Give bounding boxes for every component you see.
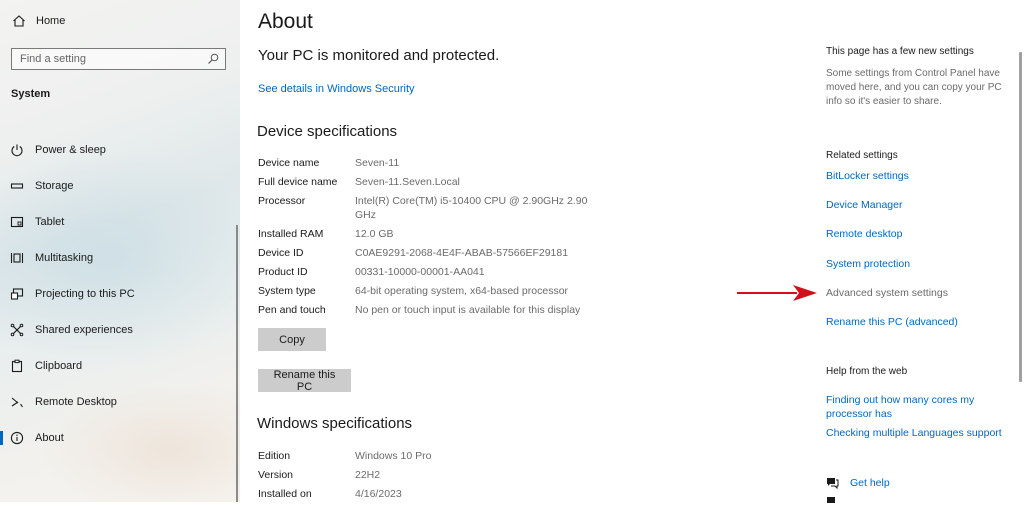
device-manager-link[interactable]: Device Manager [826,199,902,211]
sidebar-item-label: About [35,432,64,444]
spec-value: 00331-10000-00001-AA041 [355,266,485,278]
multitasking-icon [10,253,24,263]
spec-row: Device name Seven-11 [258,156,608,170]
feedback-icon[interactable] [826,497,836,503]
search-box[interactable] [11,48,226,70]
tablet-icon [10,216,24,228]
spec-row: Pen and touch No pen or touch input is av… [258,303,608,317]
advanced-system-settings-link[interactable]: Advanced system settings [826,287,948,299]
main-content: About Your PC is monitored and protected… [240,0,808,502]
bitlocker-settings-link[interactable]: BitLocker settings [826,170,909,182]
sidebar-item-label: Remote Desktop [35,396,117,408]
spec-label: Pen and touch [258,304,326,316]
annotation-arrow-icon [737,285,817,301]
shared-experiences-icon [10,323,24,337]
home-icon [13,15,25,27]
remote-desktop-link[interactable]: Remote desktop [826,228,902,240]
spec-label: Installed on [258,488,312,500]
device-specifications-list: Device name Seven-11 Full device name Seve… [258,156,608,322]
spec-row: Installed on 4/16/2023 [258,487,608,501]
related-settings-heading: Related settings [826,150,898,161]
spec-value: 64-bit operating system, x64-based proce… [355,285,569,297]
rename-pc-button[interactable]: Rename this PC [258,369,351,393]
get-help-link[interactable]: Get help [826,476,890,489]
spec-value: Windows 10 Pro [355,450,432,462]
spec-value: 12.0 GB [355,228,394,240]
sidebar-scrollbar[interactable] [236,225,238,502]
spec-label: System type [258,285,316,297]
spec-label: Version [258,469,294,481]
sidebar-item-shared-experiences[interactable]: Shared experiences [0,312,240,348]
info-icon [10,431,24,445]
sidebar-item-label: Storage [35,180,74,192]
search-input[interactable] [12,52,207,66]
spec-label: Edition [258,450,291,462]
sidebar-item-label: Clipboard [35,360,83,372]
windows-security-link[interactable]: See details in Windows Security [258,83,415,95]
spec-value: Intel(R) Core(TM) i5-10400 CPU @ 2.90GHz… [355,195,588,221]
spec-row: Version 22H2 [258,468,608,482]
spec-row: Product ID 00331-10000-00001-AA041 [258,265,608,279]
sidebar-item-about[interactable]: About [0,420,240,456]
get-help-label: Get help [850,476,890,489]
help-link-languages[interactable]: Checking multiple Languages support [826,427,1002,439]
device-specifications-heading: Device specifications [257,123,398,140]
system-protection-link[interactable]: System protection [826,258,910,270]
sidebar-item-label: Multitasking [35,252,94,264]
spec-label: Installed RAM [258,228,324,240]
sidebar-item-clipboard[interactable]: Clipboard [0,348,240,384]
spec-value: 22H2 [355,469,381,481]
help-from-web-heading: Help from the web [826,366,908,377]
sidebar-item-label: Tablet [35,216,65,228]
home-nav-item[interactable]: Home [12,14,65,28]
spec-row: Installed RAM 12.0 GB [258,227,608,241]
spec-label: Device name [258,157,320,169]
spec-value: C0AE9291-2068-4E4F-ABAB-57566EF29181 [355,247,569,259]
spec-value: 4/16/2023 [355,488,402,500]
spec-label: Full device name [258,176,338,188]
power-icon [11,144,23,157]
clipboard-icon [11,359,23,373]
storage-icon [10,183,24,189]
sidebar-item-label: Power & sleep [35,144,106,156]
windows-specifications-heading: Windows specifications [257,415,413,432]
help-link-cores[interactable]: Finding out how many cores my processor … [826,393,1006,421]
spec-row: Processor Intel(R) Core(TM) i5-10400 CPU … [258,194,608,222]
sidebar-item-storage[interactable]: Storage [0,168,240,204]
protection-status-heading: Your PC is monitored and protected. [258,47,500,64]
sidebar-item-remote-desktop[interactable]: Remote Desktop [0,384,240,420]
spec-row: System type 64-bit operating system, x64-… [258,284,608,298]
spec-row: Edition Windows 10 Pro [258,449,608,463]
new-settings-title: This page has a few new settings [826,46,974,57]
chat-help-icon [827,478,839,489]
search-icon[interactable] [207,53,219,65]
spec-label: Processor [258,195,306,207]
sidebar-nav: Power & sleep Storage Tablet Multitaskin… [0,132,240,456]
home-label: Home [36,15,66,27]
sidebar-item-label: Shared experiences [35,324,133,336]
sidebar: Home System Power & sleep Storage Tablet… [0,0,240,502]
projecting-icon [10,288,24,300]
copy-button[interactable]: Copy [258,328,326,351]
remote-desktop-icon [11,397,23,408]
sidebar-section-title: System [11,88,51,100]
sidebar-item-multitasking[interactable]: Multitasking [0,240,240,276]
windows-specifications-list: Edition Windows 10 Pro Version 22H2 Instal… [258,449,608,506]
content-scrollbar[interactable] [1019,52,1022,382]
spec-value: Seven-11 [355,157,400,169]
spec-row: Full device name Seven-11.Seven.Local [258,175,608,189]
sidebar-item-power-sleep[interactable]: Power & sleep [0,132,240,168]
new-settings-description: Some settings from Control Panel have mo… [826,68,1002,107]
spec-label: Product ID [258,266,308,278]
page-title: About [258,10,313,33]
sidebar-item-tablet[interactable]: Tablet [0,204,240,240]
rename-pc-advanced-link[interactable]: Rename this PC (advanced) [826,316,958,328]
spec-value: Seven-11.Seven.Local [355,176,460,188]
sidebar-item-projecting[interactable]: Projecting to this PC [0,276,240,312]
spec-label: Device ID [258,247,304,259]
spec-value: No pen or touch input is available for t… [355,304,581,316]
sidebar-item-label: Projecting to this PC [35,288,135,300]
spec-row: Device ID C0AE9291-2068-4E4F-ABAB-57566EF… [258,246,608,260]
